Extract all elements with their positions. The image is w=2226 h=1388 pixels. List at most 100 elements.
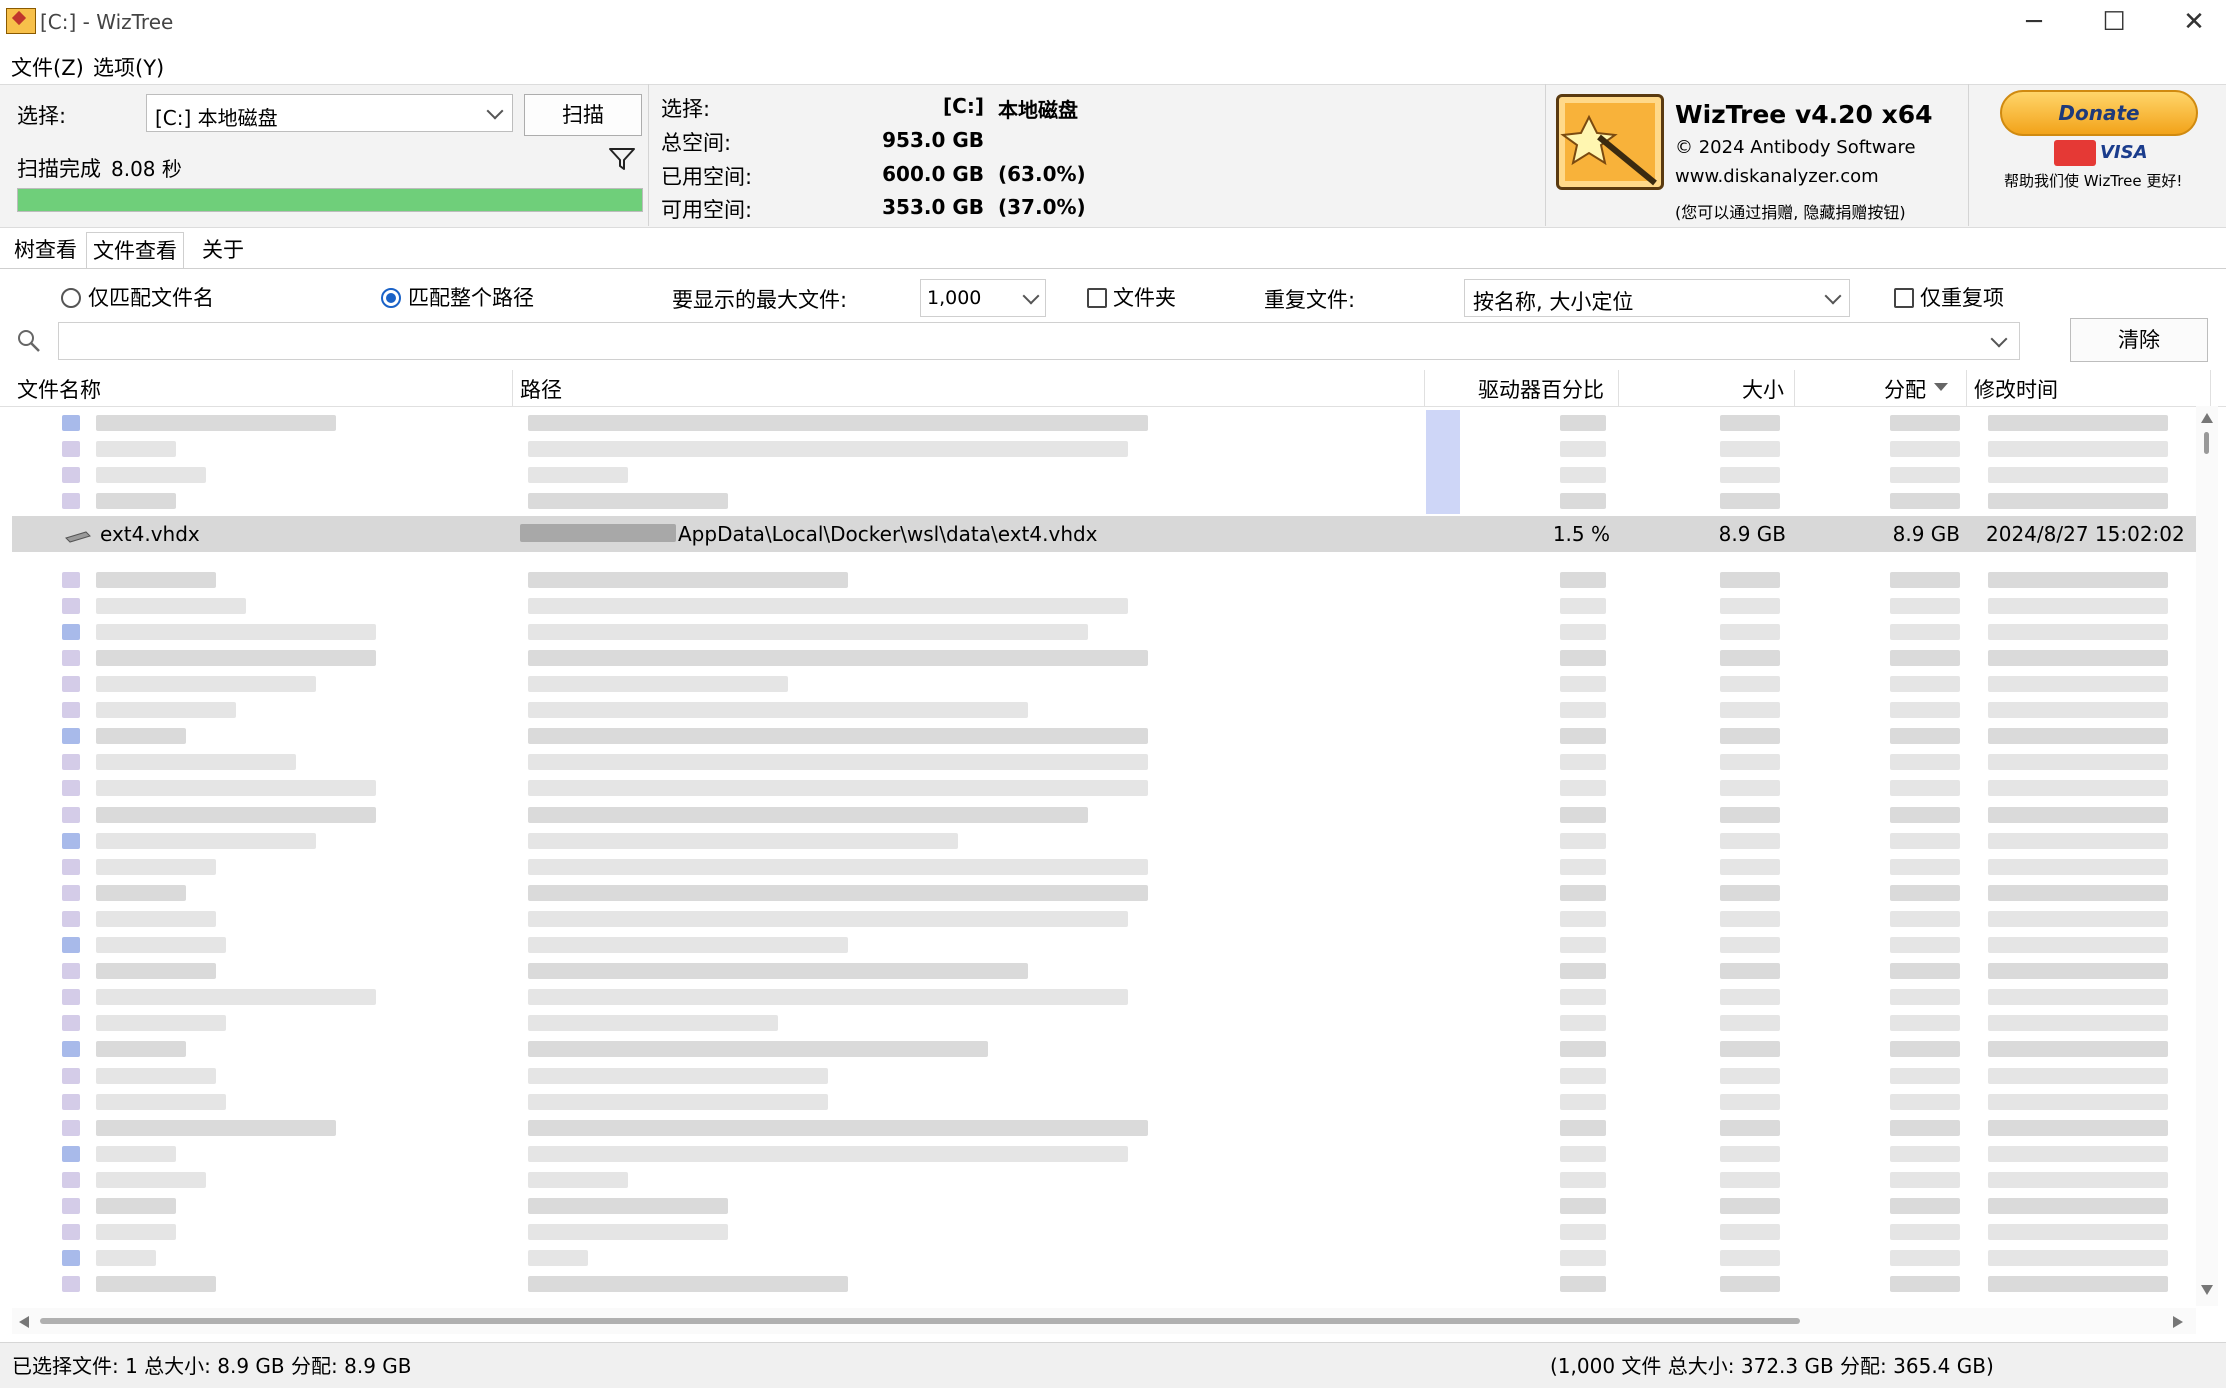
redacted-cell <box>96 649 376 666</box>
table-row[interactable] <box>0 647 2196 667</box>
horizontal-scroll-thumb[interactable] <box>40 1318 1800 1324</box>
table-row[interactable] <box>0 1117 2196 1137</box>
table-row[interactable] <box>0 1273 2196 1293</box>
app-icon <box>6 8 36 34</box>
tab-about[interactable]: 关于 <box>196 232 250 268</box>
redacted-cell <box>96 676 316 692</box>
redacted-cell <box>1988 989 2168 1006</box>
table-row[interactable] <box>0 908 2196 928</box>
redacted-cell <box>1560 1015 1606 1032</box>
redacted-cell <box>1720 1171 1780 1188</box>
scroll-right-icon[interactable] <box>2172 1315 2184 1329</box>
table-row[interactable] <box>0 569 2196 589</box>
redacted-cell <box>96 937 226 953</box>
table-row[interactable] <box>0 1091 2196 1111</box>
table-row[interactable] <box>0 1065 2196 1085</box>
table-row[interactable] <box>0 1221 2196 1241</box>
tab-divider <box>0 268 2226 269</box>
redacted-cell <box>1890 702 1960 719</box>
redacted-cell <box>528 441 1128 458</box>
redacted-cell <box>1560 910 1606 927</box>
menu-file[interactable]: 文件(Z) <box>11 52 84 82</box>
table-row[interactable] <box>0 986 2196 1006</box>
redacted-cell <box>1720 728 1780 745</box>
table-row[interactable] <box>0 1195 2196 1215</box>
clear-button[interactable]: 清除 <box>2070 318 2208 362</box>
scroll-up-icon[interactable] <box>2200 412 2214 424</box>
vertical-scroll-thumb[interactable] <box>2204 432 2209 454</box>
table-row[interactable] <box>0 804 2196 824</box>
max-files-label: 要显示的最大文件: <box>672 288 848 312</box>
close-button[interactable]: ✕ <box>2154 4 2226 40</box>
table-row[interactable] <box>0 777 2196 797</box>
menu-options[interactable]: 选项(Y) <box>93 52 164 82</box>
col-drive-percent[interactable]: 驱动器百分比 <box>1478 374 1604 404</box>
table-row[interactable] <box>0 1247 2196 1267</box>
redacted-cell <box>528 1276 848 1293</box>
chevron-down-icon[interactable] <box>1990 330 2008 348</box>
redacted-cell <box>1988 1250 2168 1267</box>
file-icon <box>62 910 80 927</box>
table-row[interactable] <box>0 1012 2196 1032</box>
table-row[interactable] <box>0 751 2196 771</box>
col-size[interactable]: 大小 <box>1742 374 1784 404</box>
dup-files-select[interactable]: 按名称, 大小定位 <box>1464 279 1850 317</box>
redacted-cell <box>1720 1015 1780 1032</box>
dup-only-checkbox[interactable] <box>1894 288 1914 308</box>
tab-file-view[interactable]: 文件查看 <box>86 232 184 269</box>
scan-button[interactable]: 扫描 <box>524 94 642 136</box>
col-allocated[interactable]: 分配 <box>1884 374 1926 404</box>
table-row[interactable] <box>0 1038 2196 1058</box>
redacted-cell <box>1890 1067 1960 1084</box>
table-row[interactable] <box>0 595 2196 615</box>
table-row[interactable] <box>0 960 2196 980</box>
vertical-scrollbar[interactable] <box>2196 406 2218 1306</box>
redacted-cell <box>528 1093 828 1110</box>
table-row[interactable] <box>0 934 2196 954</box>
match-path-radio[interactable] <box>381 288 401 308</box>
redacted-cell <box>1720 780 1780 797</box>
dup-only-label: 仅重复项 <box>1920 286 2004 310</box>
search-icon <box>18 330 40 352</box>
redacted-cell <box>96 1145 176 1162</box>
table-row[interactable] <box>0 412 2196 432</box>
col-separator <box>1618 370 1619 406</box>
drive-select[interactable]: [C:] 本地磁盘 <box>146 94 513 132</box>
table-row[interactable] <box>0 882 2196 902</box>
maximize-button[interactable]: ☐ <box>2074 4 2154 40</box>
col-modified[interactable]: 修改时间 <box>1974 374 2058 404</box>
table-row[interactable] <box>0 725 2196 745</box>
scroll-down-icon[interactable] <box>2200 1284 2214 1296</box>
redacted-cell <box>96 1250 156 1267</box>
table-row[interactable] <box>0 1169 2196 1189</box>
table-row[interactable] <box>0 438 2196 458</box>
table-row[interactable] <box>0 673 2196 693</box>
tab-tree-view[interactable]: 树查看 <box>8 232 83 268</box>
search-input[interactable] <box>58 322 2020 360</box>
table-row[interactable] <box>0 464 2196 484</box>
col-name[interactable]: 文件名称 <box>17 374 101 404</box>
table-row[interactable] <box>0 830 2196 850</box>
redacted-cell <box>96 623 376 640</box>
redacted-cell <box>528 467 628 484</box>
redacted-cell <box>1720 1093 1780 1110</box>
max-files-select[interactable]: 1,000 <box>920 279 1046 317</box>
donate-button[interactable]: Donate <box>2000 90 2198 136</box>
filter-icon[interactable] <box>608 146 636 172</box>
table-row[interactable] <box>0 1143 2196 1163</box>
table-row[interactable] <box>0 699 2196 719</box>
file-icon <box>62 1145 80 1162</box>
match-name-radio[interactable] <box>61 288 81 308</box>
minimize-button[interactable]: ─ <box>1994 4 2074 40</box>
col-path[interactable]: 路径 <box>520 374 562 404</box>
file-icon <box>65 531 91 543</box>
redacted-cell <box>1720 1224 1780 1241</box>
table-row[interactable] <box>0 856 2196 876</box>
table-row[interactable] <box>0 490 2196 510</box>
folders-checkbox[interactable] <box>1087 288 1107 308</box>
website-link[interactable]: www.diskanalyzer.com <box>1675 166 1879 187</box>
redacted-cell <box>1560 702 1606 719</box>
table-row[interactable] <box>0 621 2196 641</box>
redacted-cell <box>1890 1145 1960 1162</box>
scroll-left-icon[interactable] <box>18 1315 30 1329</box>
